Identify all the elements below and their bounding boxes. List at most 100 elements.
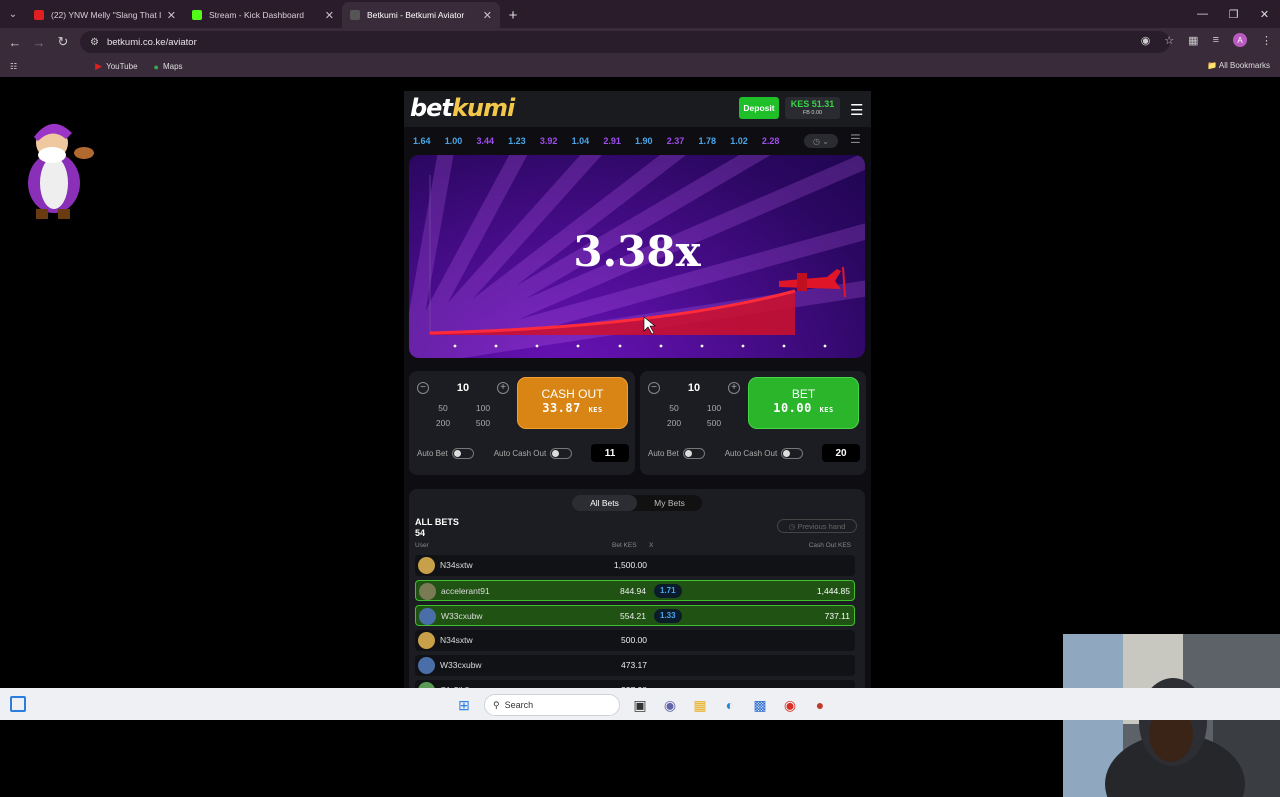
- kick-favicon-icon: [192, 10, 202, 20]
- taskbar-search[interactable]: ⚲ Search: [484, 694, 620, 716]
- tab-title: Betkumi - Betkumi Aviator: [367, 10, 465, 20]
- bookmark-youtube[interactable]: ▶ YouTube: [95, 61, 137, 72]
- freebet-amount: FB 0.00: [802, 110, 823, 116]
- auto-cash-out-toggle[interactable]: [781, 447, 804, 459]
- windows-taskbar: ⊞ ⚲ Search ▣ ◉ ▦ ◐ ▩ ◉ ●: [0, 688, 1280, 720]
- bet-button[interactable]: BET 10.00 KES: [748, 377, 859, 429]
- user-avatar: [419, 608, 436, 625]
- close-window-icon[interactable]: ✕: [1249, 8, 1280, 21]
- minus-icon[interactable]: −: [417, 382, 429, 394]
- auto-cash-out-toggle[interactable]: [550, 447, 573, 459]
- plus-icon[interactable]: +: [497, 382, 509, 394]
- url-bar[interactable]: ⚙ betkumi.co.ke/aviator: [80, 31, 1170, 53]
- media-icon[interactable]: ≡: [1213, 34, 1219, 46]
- bet-row: W33cxubw 473.17: [415, 655, 855, 676]
- close-tab-icon[interactable]: ✕: [325, 9, 334, 22]
- flight-stage: 3.38x: [409, 155, 865, 358]
- cashout-multiplier-badge: 1.71: [654, 584, 682, 598]
- chrome-icon[interactable]: ◉: [780, 695, 800, 715]
- auto-cash-out-value[interactable]: 20: [822, 444, 860, 462]
- all-bookmarks[interactable]: 📁 All Bookmarks: [1207, 61, 1270, 70]
- tab-all-bets[interactable]: All Bets: [572, 495, 637, 511]
- col-bet: Bet KES: [612, 542, 637, 549]
- store-icon[interactable]: ▩: [750, 695, 770, 715]
- quick-amount-button[interactable]: 50: [654, 403, 694, 413]
- cashout-amount: 1,444.85: [816, 586, 850, 596]
- chat-icon[interactable]: ◉: [660, 695, 680, 715]
- site-info-icon[interactable]: ⚙: [90, 37, 99, 48]
- button-value: 33.87 KES: [518, 401, 627, 415]
- apps-grid-icon[interactable]: ☷: [10, 62, 17, 71]
- bet-user: accelerant91: [441, 586, 490, 596]
- task-view-button-icon[interactable]: ▣: [630, 695, 650, 715]
- page-content: betkumi Deposit KES 51.31 FB 0.00 ☰ 1.64…: [0, 77, 1280, 797]
- profile-avatar[interactable]: A: [1233, 33, 1247, 47]
- cashout-value: 33.87: [542, 401, 581, 415]
- bet-amount: 554.21: [620, 611, 646, 621]
- youtube-icon: ▶: [95, 61, 103, 71]
- quick-amount-button[interactable]: 200: [423, 418, 463, 428]
- quick-amount-button[interactable]: 100: [694, 403, 734, 413]
- new-tab-button[interactable]: +: [500, 2, 526, 28]
- windows-start-icon[interactable]: ⊞: [454, 695, 474, 715]
- maps-pin-icon: ●: [153, 61, 159, 72]
- betkumi-favicon-icon: [350, 10, 360, 20]
- extensions-icon[interactable]: ▦: [1188, 34, 1198, 47]
- previous-hand-label: Previous hand: [797, 521, 846, 531]
- tab-betkumi[interactable]: Betkumi - Betkumi Aviator ✕: [342, 2, 500, 28]
- quick-amount-button[interactable]: 50: [423, 403, 463, 413]
- all-bets-header: ALL BETS 54: [415, 517, 459, 539]
- quick-amount-button[interactable]: 500: [463, 418, 503, 428]
- bookmark-label: Maps: [162, 62, 183, 71]
- minus-icon[interactable]: −: [648, 382, 660, 394]
- close-tab-icon[interactable]: ✕: [483, 9, 492, 22]
- tab-search-chevron-icon[interactable]: ⌄: [0, 0, 26, 28]
- bet-user: N34sxtw: [440, 560, 473, 570]
- eye-off-icon[interactable]: ◉: [1141, 34, 1151, 47]
- bet-amount-input[interactable]: 10: [688, 382, 700, 394]
- history-menu-icon[interactable]: ☰: [850, 132, 861, 146]
- cash-out-button[interactable]: CASH OUT 33.87 KES: [517, 377, 628, 429]
- game-header: betkumi Deposit KES 51.31 FB 0.00 ☰: [404, 91, 871, 127]
- plus-icon[interactable]: +: [728, 382, 740, 394]
- history-toggle-button[interactable]: ◷ ⌄: [804, 134, 838, 148]
- user-avatar: [418, 632, 435, 649]
- edge-icon[interactable]: ◐: [720, 695, 740, 715]
- bet-amount-input[interactable]: 10: [457, 382, 469, 394]
- task-view-icon[interactable]: [10, 696, 26, 712]
- app-icon[interactable]: ●: [810, 695, 830, 715]
- quick-amount-button[interactable]: 100: [463, 403, 503, 413]
- window-controls: — ❐ ✕: [1187, 0, 1280, 28]
- restore-icon[interactable]: ❐: [1218, 8, 1249, 21]
- file-explorer-icon[interactable]: ▦: [690, 695, 710, 715]
- col-cashout: Cash Out KES: [808, 542, 851, 549]
- balance-amount: KES 51.31: [790, 99, 835, 109]
- minimize-icon[interactable]: —: [1187, 8, 1218, 20]
- quick-amount-button[interactable]: 200: [654, 418, 694, 428]
- tab-my-bets[interactable]: My Bets: [637, 495, 702, 511]
- tab-youtube[interactable]: (22) YNW Melly "Slang That Iro ✕: [26, 2, 184, 28]
- reload-icon[interactable]: ↻: [51, 34, 75, 50]
- tab-kick[interactable]: Stream - Kick Dashboard ✕: [184, 2, 342, 28]
- quick-amounts: 50 100 200 500: [423, 403, 503, 428]
- hamburger-menu-icon[interactable]: ☰: [850, 101, 863, 119]
- back-icon[interactable]: ←: [3, 35, 27, 50]
- auto-bet-toggle[interactable]: [451, 447, 474, 459]
- more-menu-icon[interactable]: ⋮: [1261, 34, 1272, 47]
- betkumi-logo[interactable]: betkumi: [410, 94, 515, 122]
- bet-row: N34sxtw 500.00: [415, 630, 855, 651]
- url-text: betkumi.co.ke/aviator: [106, 36, 197, 48]
- auto-cash-out-value[interactable]: 11: [591, 444, 629, 462]
- bet-row: W33cxubw 554.21 1.33 737.11: [415, 605, 855, 626]
- auto-bet-toggle[interactable]: [682, 447, 705, 459]
- quick-amount-button[interactable]: 500: [694, 418, 734, 428]
- deposit-button[interactable]: Deposit: [739, 97, 779, 119]
- current-multiplier: 3.38x: [573, 227, 701, 276]
- bookmark-star-icon[interactable]: ☆: [1164, 34, 1174, 47]
- close-tab-icon[interactable]: ✕: [167, 9, 176, 22]
- bookmark-maps[interactable]: ● Maps: [154, 62, 183, 72]
- forward-icon[interactable]: →: [27, 35, 51, 50]
- user-avatar: [418, 557, 435, 574]
- bet-user: N34sxtw: [440, 635, 473, 645]
- previous-hand-button[interactable]: ◷ Previous hand: [777, 519, 857, 533]
